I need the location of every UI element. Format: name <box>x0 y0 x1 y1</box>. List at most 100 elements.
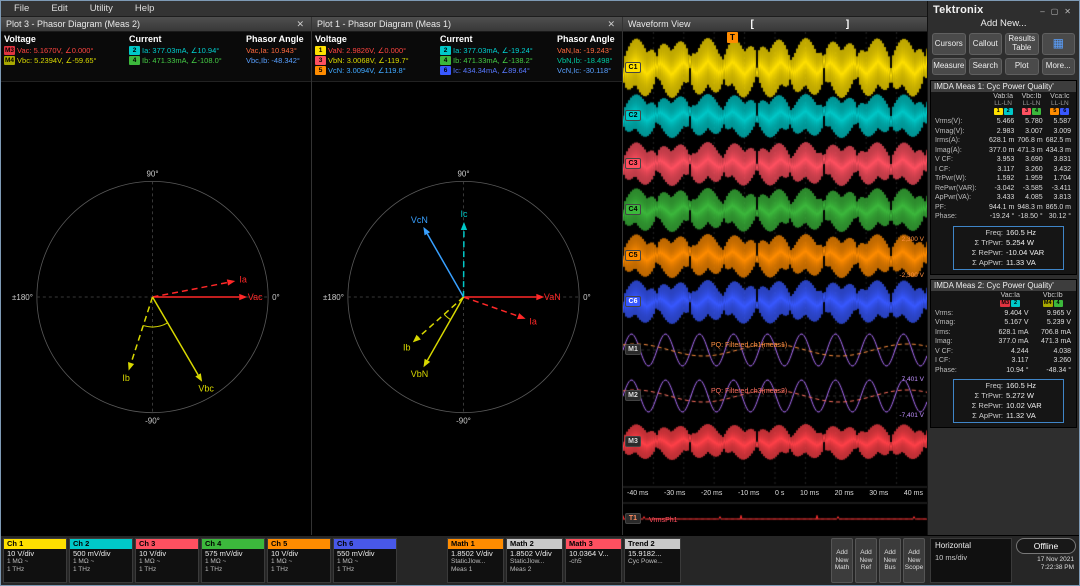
channel-tile-ch6[interactable]: Ch 6 550 mV/div 1 MΩ ~1 THz <box>333 538 397 583</box>
tile-setting-line: 10 V/div <box>271 549 299 558</box>
zoom-bracket-left[interactable]: [ <box>751 19 754 30</box>
plot-button[interactable]: Plot <box>1005 58 1039 75</box>
waveform-canvas[interactable] <box>623 32 927 535</box>
summary-label: Σ TrPwr: <box>974 391 1003 400</box>
meas-value: 3.953 <box>996 156 1015 163</box>
plot1-close-icon[interactable]: ✕ <box>605 19 617 30</box>
tile-setting-line: 1 THz <box>271 566 289 573</box>
waveform-title: Waveform View <box>628 19 691 29</box>
datetime: 17 Nov 2021 7:22:38 PM <box>1016 556 1076 572</box>
voltage-row: M3 Vac: 5.1670V, ∠0.000° <box>4 46 124 55</box>
plot3-phasor-diagram[interactable]: 90° -90° ±180° 0° VacIa Vbc Ib <box>1 82 311 535</box>
offline-button[interactable]: Offline <box>1016 538 1076 554</box>
tile-setting-line: Meas 2 <box>510 566 532 573</box>
meas-col-header: Vab:Ia LL-LN 1 2 <box>989 93 1017 115</box>
tile-body: 1.8502 V/div StaticJlow... Meas 1 <box>448 549 503 574</box>
tile-setting-line: 1.8502 V/div <box>510 549 552 558</box>
trigger-marker[interactable]: T <box>727 32 738 43</box>
meas-row-label: I CF: <box>935 357 951 364</box>
meas-row: Phase: -19.24 ° -18.50 ° 30.12 ° <box>933 212 1074 222</box>
meas-value: 377.0 mA <box>998 338 1029 345</box>
current-row: 2 Ia: 377.03mA, ∠10.94° <box>129 46 241 55</box>
zoom-bracket-right[interactable]: ] <box>846 19 849 30</box>
channel-tile-ch4[interactable]: Ch 4 575 mV/div 1 MΩ ~1 THz <box>201 538 265 583</box>
plot1-phasor-diagram[interactable]: 90° -90° ±180° 0° VaN Ia VbN Ib VcN Ic <box>312 82 622 535</box>
meas-table-body: Vrms: 9.404 V 9.965 V Vmag: 5.167 V 5.239 V Ir… <box>931 308 1076 377</box>
meas-table-title: IMDA Meas 2: Cyc Power Quality' <box>931 279 1076 291</box>
menu-item-help[interactable]: Help <box>124 2 166 15</box>
meas-value: 5.167 V <box>1004 319 1029 326</box>
menu-item-file[interactable]: File <box>3 2 40 15</box>
summary-row: Σ RePwr: -10.04 VAR <box>956 248 1061 258</box>
source-channel-badge: 2 <box>129 46 140 55</box>
scale-readout-label: -2,300 V <box>899 272 924 279</box>
add-new-ref-button[interactable]: Add New Ref <box>855 538 877 583</box>
source-chip: 1 <box>993 108 1003 115</box>
plot3-close-icon[interactable]: ✕ <box>294 19 306 30</box>
cursors-button[interactable]: Cursors <box>932 33 966 55</box>
trace-badge-c1[interactable]: C1 <box>625 62 641 73</box>
meas-col-chips: M4 4 <box>1032 299 1075 307</box>
imda-meas1-results-table[interactable]: IMDA Meas 1: Cyc Power Quality' Vab:Ia LL-… <box>930 80 1077 275</box>
channel-tile-ch1[interactable]: Ch 1 10 V/div 1 MΩ ~1 THz <box>3 538 67 583</box>
tile-setting-line: 1 THz <box>73 566 91 573</box>
meas-value: 3.831 <box>1053 156 1071 163</box>
add-new-label: Add New... <box>980 18 1027 29</box>
channel-tile-ch2[interactable]: Ch 2 500 mV/div 1 MΩ ~1 THz <box>69 538 133 583</box>
measure-button[interactable]: Measure <box>932 58 966 75</box>
imda-meas2-results-table[interactable]: IMDA Meas 2: Cyc Power Quality' Vac:Ia M3 2… <box>930 278 1077 428</box>
channel-tile-ch5[interactable]: Ch 5 10 V/div 1 MΩ ~1 THz <box>267 538 331 583</box>
meas-row: Vmag(V): 2.983 3.007 3.009 <box>933 127 1074 137</box>
tile-body: 10 V/div 1 MΩ ~1 THz <box>4 549 66 574</box>
plot1-phasor-area: 90° -90° ±180° 0° VaN Ia VbN Ib VcN Ic <box>312 82 622 535</box>
add-new-bus-button[interactable]: Add New Bus <box>879 538 901 583</box>
meas-row: V CF: 4.244 4.038 <box>933 347 1074 357</box>
maximize-icon[interactable]: ▢ <box>1048 7 1062 16</box>
main-area: File Edit Utility Help Plot 3 - Phasor Diag… <box>1 1 927 535</box>
menu-item-utility[interactable]: Utility <box>79 2 124 15</box>
trace-badge-c3[interactable]: C3 <box>625 158 641 169</box>
tektronix-logo: Tektronix <box>933 3 984 16</box>
phasor-angle-row: VbN,Ib: -18.498° <box>557 56 619 65</box>
search-button[interactable]: Search <box>968 58 1002 75</box>
tile-setting-line: StaticJlow... <box>510 558 545 565</box>
meas-col-chips: M3 2 <box>989 299 1032 307</box>
channel-tile-ch3[interactable]: Ch 3 10 V/div 1 MΩ ~1 THz <box>135 538 199 583</box>
meas-col-header: Vbc:Ib LL-LN 3 4 <box>1017 93 1045 115</box>
tile-body: 15.9182... Cyc Powe... <box>625 549 680 574</box>
trace-badge-t1[interactable]: T1 <box>625 513 641 524</box>
horizontal-panel[interactable]: Horizontal 10 ms/div <box>930 538 1012 583</box>
results-table-button[interactable]: Results Table <box>1005 33 1039 55</box>
meas-value: -19.24 ° <box>989 213 1015 220</box>
menu-item-edit[interactable]: Edit <box>40 2 78 15</box>
tile-setting-line: 10.0364 V... <box>569 549 609 558</box>
summary-label: Freq: <box>985 381 1003 390</box>
trace-badge-m2[interactable]: M2 <box>625 390 641 401</box>
meas-table-title: IMDA Meas 1: Cyc Power Quality' <box>931 81 1076 92</box>
callout-button[interactable]: Callout <box>968 33 1002 55</box>
math-tile-math2[interactable]: Math 2 1.8502 V/div StaticJlow... Meas 2 <box>506 538 563 583</box>
summary-row: Σ RePwr: 10.02 VAR <box>956 401 1061 411</box>
trace-badge-m3[interactable]: M3 <box>625 436 641 447</box>
trace-badge-c5[interactable]: C5 <box>625 250 641 261</box>
math-tile-trend2[interactable]: Trend 2 15.9182... Cyc Powe... <box>624 538 681 583</box>
waveform-view-panel: Waveform View [ ] T C1 C2 C3 C4 C5 C6 M1 M2 M3 T1… <box>623 17 927 535</box>
close-icon[interactable]: ✕ <box>1061 7 1074 16</box>
trace-badge-c2[interactable]: C2 <box>625 110 641 121</box>
math-tile-math1[interactable]: Math 1 1.8502 V/div StaticJlow... Meas 1 <box>447 538 504 583</box>
results-grid-icon[interactable]: ▦ <box>1041 33 1075 55</box>
add-new-scope-button[interactable]: Add New Scope <box>903 538 925 583</box>
add-new-math-button[interactable]: Add New Math <box>831 538 853 583</box>
meas-value: 3.813 <box>1053 194 1071 201</box>
trace-badge-c4[interactable]: C4 <box>625 204 641 215</box>
time-tick-label: -40 ms <box>627 490 649 497</box>
trace-badge-m1[interactable]: M1 <box>625 344 641 355</box>
tile-setting-line: Meas 1 <box>451 566 473 573</box>
trace-badge-c6[interactable]: C6 <box>625 296 641 307</box>
current-column-title: Current <box>129 34 162 44</box>
right-control-panel: Tektronix – ▢ ✕ Add New... Cursors Callout R… <box>927 1 1079 535</box>
math-tile-math3[interactable]: Math 3 10.0364 V... -ch5 <box>565 538 622 583</box>
minimize-icon[interactable]: – <box>1037 7 1047 16</box>
meas-value: 944.1 m <box>989 203 1015 211</box>
more-button[interactable]: More... <box>1041 58 1075 75</box>
